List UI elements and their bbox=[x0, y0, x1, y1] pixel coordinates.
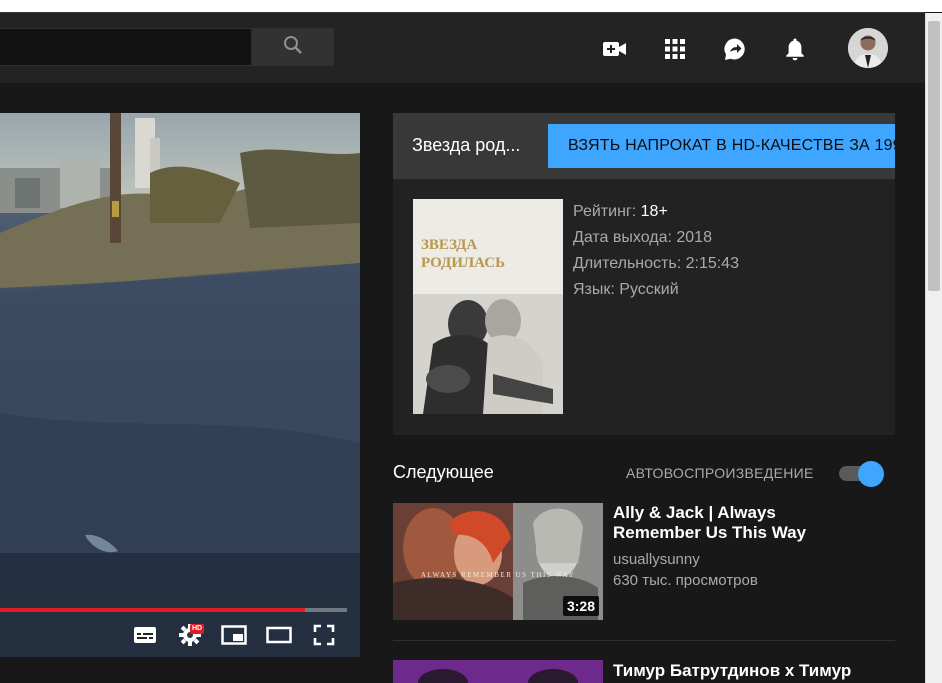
rating-label: Рейтинг: bbox=[573, 203, 637, 220]
search-input[interactable] bbox=[0, 28, 252, 66]
avatar[interactable] bbox=[848, 28, 888, 68]
page-scrollbar[interactable] bbox=[925, 13, 942, 683]
release-row: Дата выхода: 2018 bbox=[573, 229, 712, 247]
poster-title-line1: ЗВЕЗДА bbox=[421, 237, 477, 253]
rental-header: Звезда род... ВЗЯТЬ НАПРОКАТ В HD-КАЧЕСТ… bbox=[393, 113, 895, 179]
duration-label: Длительность: bbox=[573, 255, 682, 272]
autoplay-toggle-knob[interactable] bbox=[858, 461, 884, 487]
video-title[interactable]: Ally & Jack | Always Remember Us This Wa… bbox=[613, 503, 868, 543]
duration-row: Длительность: 2:15:43 bbox=[573, 255, 739, 273]
video-player[interactable]: HD bbox=[0, 113, 360, 657]
video-title-2[interactable]: Тимур Батрутдинов x Тимур bbox=[613, 661, 868, 681]
language-row: Язык: Русский bbox=[573, 281, 679, 299]
bell-notifications-icon[interactable] bbox=[781, 35, 809, 63]
apps-grid-icon[interactable] bbox=[661, 35, 689, 63]
player-bottom-edge bbox=[0, 657, 362, 683]
rating-value: 18+ bbox=[640, 203, 668, 220]
release-label: Дата выхода: bbox=[573, 229, 672, 246]
video-duration: 3:28 bbox=[562, 596, 599, 616]
fullscreen-icon[interactable] bbox=[310, 621, 338, 649]
theater-mode-icon[interactable] bbox=[265, 621, 293, 649]
upnext-heading: Следующее bbox=[393, 462, 494, 482]
rating-row: Рейтинг: 18+ bbox=[573, 203, 668, 221]
browser-top-strip bbox=[0, 0, 942, 12]
miniplayer-icon[interactable] bbox=[220, 621, 248, 649]
duration-value: 2:15:43 bbox=[685, 255, 739, 272]
subtitles-icon[interactable] bbox=[131, 621, 159, 649]
video-camera-add-icon[interactable] bbox=[601, 35, 629, 63]
progress-bar[interactable] bbox=[0, 608, 347, 612]
search-button[interactable] bbox=[252, 28, 334, 66]
video-views: 630 тыс. просмотров bbox=[613, 572, 758, 589]
language-value: Русский bbox=[619, 281, 679, 298]
release-value: 2018 bbox=[676, 229, 712, 246]
poster-title-line2: РОДИЛАСЬ bbox=[421, 255, 505, 271]
autoplay-label: АВТОВОСПРОИЗВЕДЕНИЕ bbox=[626, 465, 814, 481]
messages-share-icon[interactable] bbox=[721, 35, 749, 63]
rental-panel: Звезда род... ВЗЯТЬ НАПРОКАТ В HD-КАЧЕСТ… bbox=[393, 113, 895, 435]
list-divider bbox=[393, 640, 895, 641]
rental-movie-title: Звезда род... bbox=[412, 135, 521, 155]
scrollbar-thumb[interactable] bbox=[928, 21, 940, 291]
rent-hd-button[interactable]: ВЗЯТЬ НАПРОКАТ В HD-КАЧЕСТВЕ ЗА 199,00 bbox=[548, 124, 895, 168]
movie-poster[interactable]: ЗВЕЗДА РОДИЛАСЬ bbox=[413, 199, 563, 414]
search-icon bbox=[283, 35, 303, 60]
masthead bbox=[0, 13, 925, 83]
progress-played bbox=[0, 608, 306, 612]
video-thumbnail-2[interactable] bbox=[393, 660, 603, 683]
video-frame bbox=[0, 113, 360, 657]
hd-badge: HD bbox=[190, 624, 205, 634]
video-channel[interactable]: usuallysunny bbox=[613, 551, 700, 568]
language-label: Язык: bbox=[573, 281, 615, 298]
video-thumbnail[interactable]: ALWAYS REMEMBER US THIS WAY 3:28 bbox=[393, 503, 603, 620]
thumbnail-caption: ALWAYS REMEMBER US THIS WAY bbox=[421, 571, 575, 579]
